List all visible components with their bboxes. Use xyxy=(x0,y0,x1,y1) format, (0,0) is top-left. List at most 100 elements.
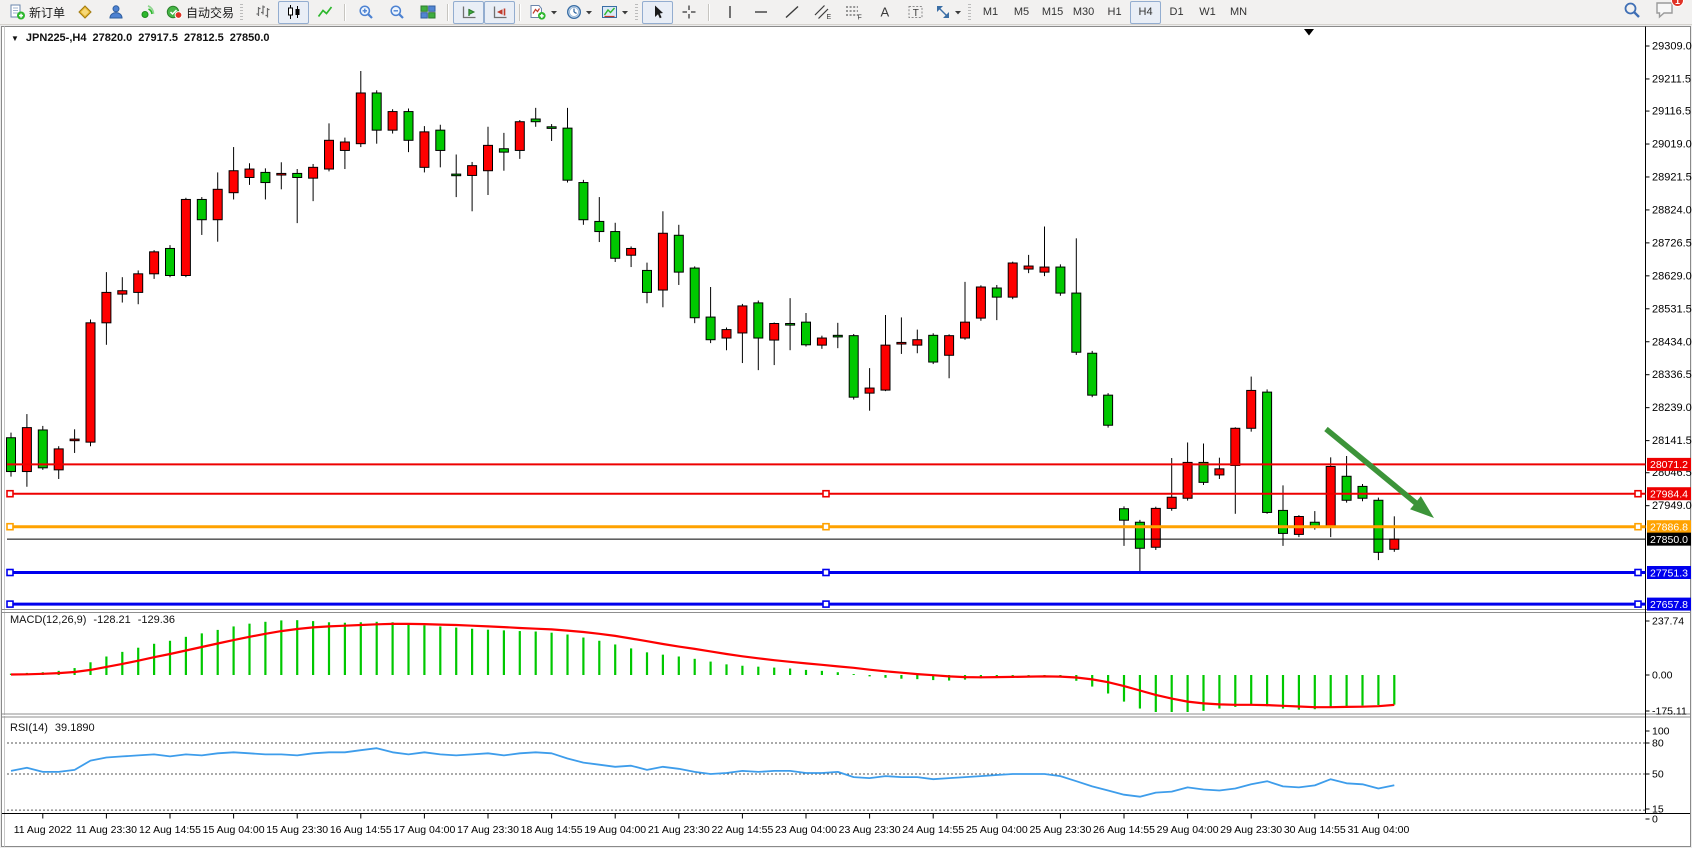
clock-icon xyxy=(566,4,582,20)
tf-m5[interactable]: M5 xyxy=(1006,1,1037,24)
tf-h1[interactable]: H1 xyxy=(1099,1,1130,24)
tile-windows-button[interactable] xyxy=(412,1,443,24)
candle-body xyxy=(547,127,556,129)
equidistant-channel-button[interactable]: E xyxy=(807,1,838,24)
price-axis-label: 29116.5 xyxy=(1652,106,1691,118)
rsi-axis-label: 80 xyxy=(1652,738,1664,750)
tf-m30[interactable]: M30 xyxy=(1068,1,1099,24)
autotrading-button-label: 自动交易 xyxy=(186,4,234,21)
text-label-button[interactable]: T xyxy=(900,1,931,24)
tf-h4[interactable]: H4 xyxy=(1130,1,1161,24)
line-handle[interactable] xyxy=(7,491,13,497)
tile-windows-icon xyxy=(420,4,436,20)
line-handle[interactable] xyxy=(823,601,829,607)
horizontal-line-button[interactable] xyxy=(745,1,776,24)
price-line-tag-label: 27850.0 xyxy=(1650,534,1688,546)
periods-button[interactable] xyxy=(562,1,597,24)
time-axis-label: 18 Aug 14:55 xyxy=(521,824,583,836)
search-button[interactable] xyxy=(1623,1,1641,24)
bars-chart-button[interactable] xyxy=(247,1,278,24)
candle-body xyxy=(54,449,63,470)
pane-separator[interactable] xyxy=(2,610,1690,613)
signals-button[interactable] xyxy=(131,1,162,24)
line-handle[interactable] xyxy=(7,570,13,576)
templates-button[interactable] xyxy=(597,1,633,24)
time-axis-label: 15 Aug 04:00 xyxy=(203,824,265,836)
tf-m30-label: M30 xyxy=(1073,6,1094,18)
candle-body xyxy=(802,322,811,345)
candle-body xyxy=(563,128,572,180)
svg-text:F: F xyxy=(857,15,861,21)
candle-body xyxy=(325,140,334,169)
diamond-icon xyxy=(77,4,93,20)
symbol-dropdown-icon[interactable]: ▼ xyxy=(11,34,19,43)
fibonacci-button[interactable]: F xyxy=(838,1,869,24)
tf-d1[interactable]: D1 xyxy=(1161,1,1192,24)
svg-text:A: A xyxy=(880,5,889,20)
line-handle[interactable] xyxy=(1635,491,1641,497)
tf-w1[interactable]: W1 xyxy=(1192,1,1223,24)
cursor-icon xyxy=(650,4,666,20)
candle-body xyxy=(102,292,111,322)
chart-window xyxy=(2,27,1691,847)
candle-body xyxy=(356,93,365,144)
candle-body xyxy=(1167,497,1176,508)
svg-text:T: T xyxy=(912,8,918,19)
text-button[interactable]: A xyxy=(869,1,900,24)
zoom-out-icon xyxy=(389,4,405,20)
candles-chart-button[interactable] xyxy=(278,1,309,24)
indicators-button[interactable] xyxy=(525,1,562,24)
line-handle[interactable] xyxy=(1635,570,1641,576)
svg-text:E: E xyxy=(826,14,831,20)
price-axis-label: 29211.5 xyxy=(1652,73,1691,85)
vertical-line-button[interactable] xyxy=(714,1,745,24)
line-handle[interactable] xyxy=(1635,524,1641,530)
arrows-button[interactable] xyxy=(931,1,966,24)
text-icon: A xyxy=(877,4,893,20)
line-handle[interactable] xyxy=(7,524,13,530)
hline-icon xyxy=(753,4,769,20)
line-handle[interactable] xyxy=(7,601,13,607)
pane-separator[interactable] xyxy=(2,714,1690,717)
time-axis-label: 16 Aug 14:55 xyxy=(330,824,392,836)
candle-body xyxy=(1088,353,1097,395)
candle-body xyxy=(166,248,175,275)
candle-body xyxy=(1390,539,1399,549)
zoom-in-button[interactable] xyxy=(350,1,381,24)
zoom-out-button[interactable] xyxy=(381,1,412,24)
tf-m1[interactable]: M1 xyxy=(975,1,1006,24)
chat-button[interactable]: 1 xyxy=(1655,0,1676,24)
tf-w1-label: W1 xyxy=(1199,6,1216,18)
auto-scroll-icon xyxy=(461,4,477,20)
candle-body xyxy=(261,172,270,182)
trendline-button[interactable] xyxy=(776,1,807,24)
line-handle[interactable] xyxy=(823,570,829,576)
chart-area[interactable]: 29309.029211.529116.529019.028921.528824… xyxy=(0,0,1692,848)
line-handle[interactable] xyxy=(823,491,829,497)
candle-body xyxy=(134,274,143,293)
auto-scroll-button[interactable] xyxy=(453,1,484,24)
candle-body xyxy=(340,142,349,150)
rsi-name: RSI(14) xyxy=(10,722,48,734)
tf-mn[interactable]: MN xyxy=(1223,1,1254,24)
line-handle[interactable] xyxy=(1635,601,1641,607)
candle-body xyxy=(817,338,826,345)
toolbar-separator xyxy=(708,4,710,21)
crosshair-button[interactable] xyxy=(673,1,704,24)
tf-m15[interactable]: M15 xyxy=(1037,1,1068,24)
line-handle[interactable] xyxy=(823,524,829,530)
chart-shift-button[interactable] xyxy=(484,1,515,24)
line-chart-button[interactable] xyxy=(309,1,340,24)
community-button[interactable] xyxy=(100,1,131,24)
deposit-button[interactable] xyxy=(69,1,100,24)
new-order-button[interactable]: 新订单 xyxy=(5,1,69,24)
candle-body xyxy=(1279,510,1288,533)
template-icon xyxy=(601,4,618,20)
time-axis-label: 30 Aug 14:55 xyxy=(1284,824,1346,836)
cursor-button[interactable] xyxy=(642,1,673,24)
autotrading-button[interactable]: 自动交易 xyxy=(162,1,238,24)
candle-body xyxy=(770,323,779,340)
candle-body xyxy=(897,342,906,344)
high-value: 27917.5 xyxy=(138,32,178,44)
fibonacci-icon: F xyxy=(845,4,863,20)
